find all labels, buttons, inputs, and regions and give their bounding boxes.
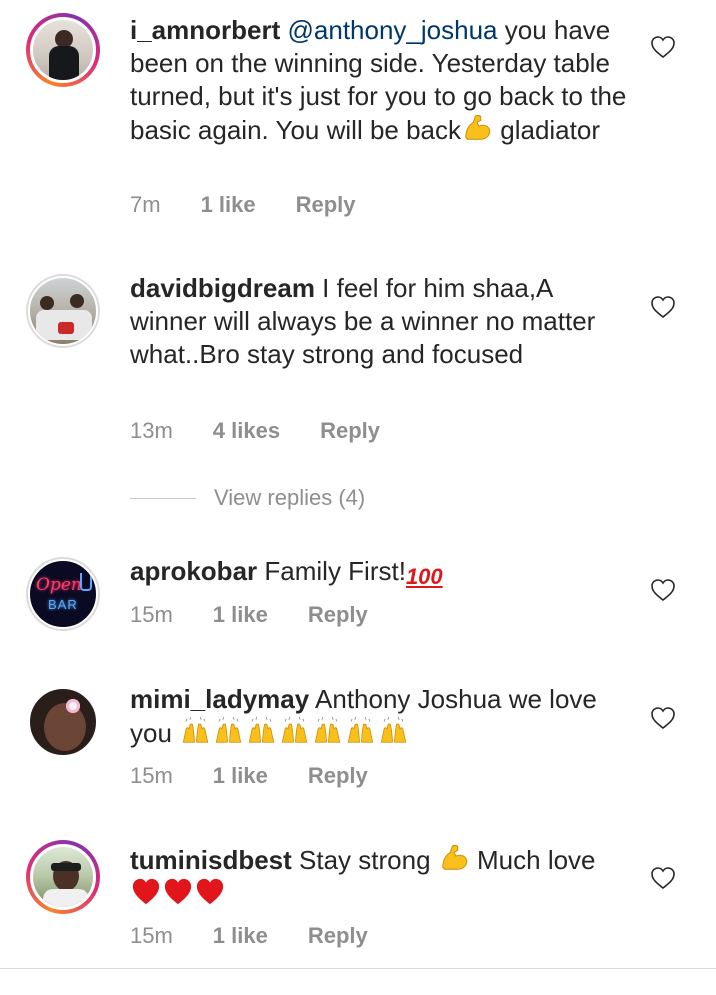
comment-meta: 15m 1 like Reply	[130, 923, 408, 949]
comment-text: aprokobar Family First!100	[130, 555, 630, 593]
replies-divider	[130, 497, 196, 499]
comment-time: 15m	[130, 602, 173, 627]
reply-button[interactable]: Reply	[320, 418, 380, 444]
comment-meta: 15m 1 like Reply	[130, 763, 408, 789]
comment-username[interactable]: aprokobar	[130, 556, 257, 586]
comment-username[interactable]: i_amnorbert	[130, 15, 280, 45]
comment-time: 15m	[130, 763, 173, 788]
reply-button[interactable]: Reply	[308, 923, 368, 949]
comment-username[interactable]: tuminisdbest	[130, 845, 292, 875]
reply-button[interactable]: Reply	[308, 602, 368, 628]
avatar[interactable]	[26, 840, 100, 914]
comment-time: 15m	[130, 923, 173, 948]
likes-count[interactable]: 1 like	[213, 923, 268, 949]
comment-meta: 15m 1 like Reply	[130, 602, 408, 628]
comment-body: Family First!	[264, 556, 406, 586]
avatar-sign-bar: BAR	[48, 597, 78, 612]
view-replies-label: View replies (4)	[214, 485, 366, 510]
like-heart-icon[interactable]	[650, 35, 676, 59]
hundred-points-icon: 100	[405, 564, 443, 589]
likes-count[interactable]: 4 likes	[213, 418, 280, 444]
avatar-sign-open: Open	[36, 575, 82, 595]
comment-username[interactable]: davidbigdream	[130, 273, 315, 303]
avatar[interactable]	[26, 685, 100, 759]
comment-text: mimi_ladymay Anthony Joshua we love you	[130, 683, 630, 750]
comment-meta: 7m 1 like Reply	[130, 192, 396, 218]
comment-username[interactable]: mimi_ladymay	[130, 684, 309, 714]
comment-time: 7m	[130, 192, 161, 217]
mention-link[interactable]: @anthony_joshua	[288, 15, 498, 45]
reply-button[interactable]: Reply	[296, 192, 356, 218]
likes-count[interactable]: 1 like	[213, 602, 268, 628]
comment-text: tuminisdbest Stay strong Much love	[130, 843, 630, 911]
avatar[interactable]	[26, 274, 100, 348]
likes-count[interactable]: 1 like	[213, 763, 268, 789]
comment-body: Stay strong	[299, 845, 431, 875]
comment-time: 13m	[130, 418, 173, 443]
comment-body-2: Much love	[477, 845, 596, 875]
likes-count[interactable]: 1 like	[201, 192, 256, 218]
avatar[interactable]: Open BAR	[26, 557, 100, 631]
flexed-biceps-icon	[461, 113, 493, 143]
avatar[interactable]	[26, 13, 100, 87]
like-heart-icon[interactable]	[650, 295, 676, 319]
like-heart-icon[interactable]	[650, 866, 676, 890]
flexed-biceps-icon	[438, 843, 470, 873]
comment-meta: 13m 4 likes Reply	[130, 418, 420, 444]
raising-hands-icon	[179, 718, 410, 748]
bottom-divider	[0, 968, 716, 969]
view-replies-button[interactable]: View replies (4)	[130, 485, 365, 511]
red-heart-icon	[130, 879, 226, 909]
like-heart-icon[interactable]	[650, 706, 676, 730]
comment-text: davidbigdream I feel for him shaa,A winn…	[130, 272, 630, 371]
comment-text: i_amnorbert @anthony_joshua you have bee…	[130, 14, 630, 147]
comment-body-2: gladiator	[500, 115, 600, 145]
reply-button[interactable]: Reply	[308, 763, 368, 789]
like-heart-icon[interactable]	[650, 578, 676, 602]
